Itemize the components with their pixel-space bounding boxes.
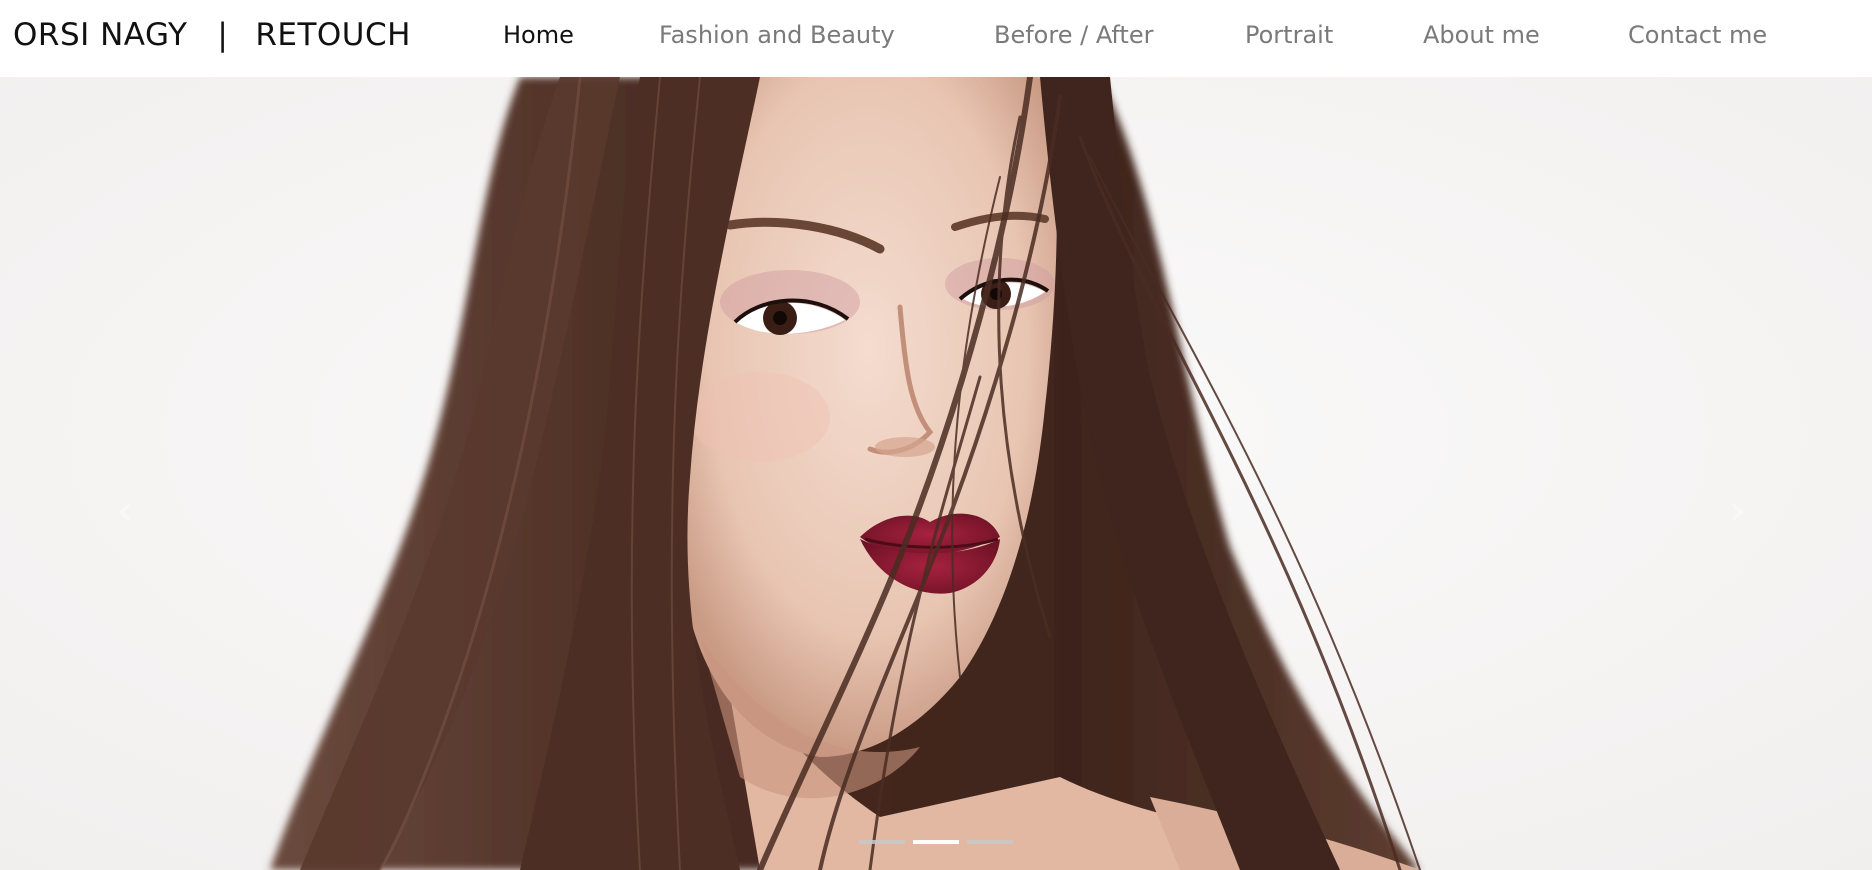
nav-item-home[interactable]: Home (503, 18, 574, 52)
nav-item-before-after[interactable]: Before / After (994, 18, 1153, 52)
carousel-indicators (859, 838, 1013, 846)
nav-item-portrait[interactable]: Portrait (1245, 18, 1333, 52)
carousel-indicator-2[interactable] (913, 840, 959, 844)
nav-item-fashion-and-beauty[interactable]: Fashion and Beauty (659, 18, 895, 52)
hero-portrait-image (0, 77, 1872, 870)
nav-item-contact-me[interactable]: Contact me (1628, 18, 1767, 52)
chevron-left-icon: ‹ (116, 484, 134, 536)
carousel-prev-button[interactable]: ‹ (105, 484, 145, 536)
main-nav: Home Fashion and Beauty Before / After P… (0, 18, 1872, 52)
chevron-right-icon: › (1728, 484, 1746, 536)
hero-carousel: ‹ › (0, 77, 1872, 870)
site-header: ORSI NAGY | RETOUCH Home Fashion and Bea… (0, 0, 1872, 77)
carousel-next-button[interactable]: › (1717, 484, 1757, 536)
carousel-indicator-3[interactable] (967, 840, 1013, 844)
nav-item-about-me[interactable]: About me (1423, 18, 1540, 52)
carousel-indicator-1[interactable] (859, 840, 905, 844)
